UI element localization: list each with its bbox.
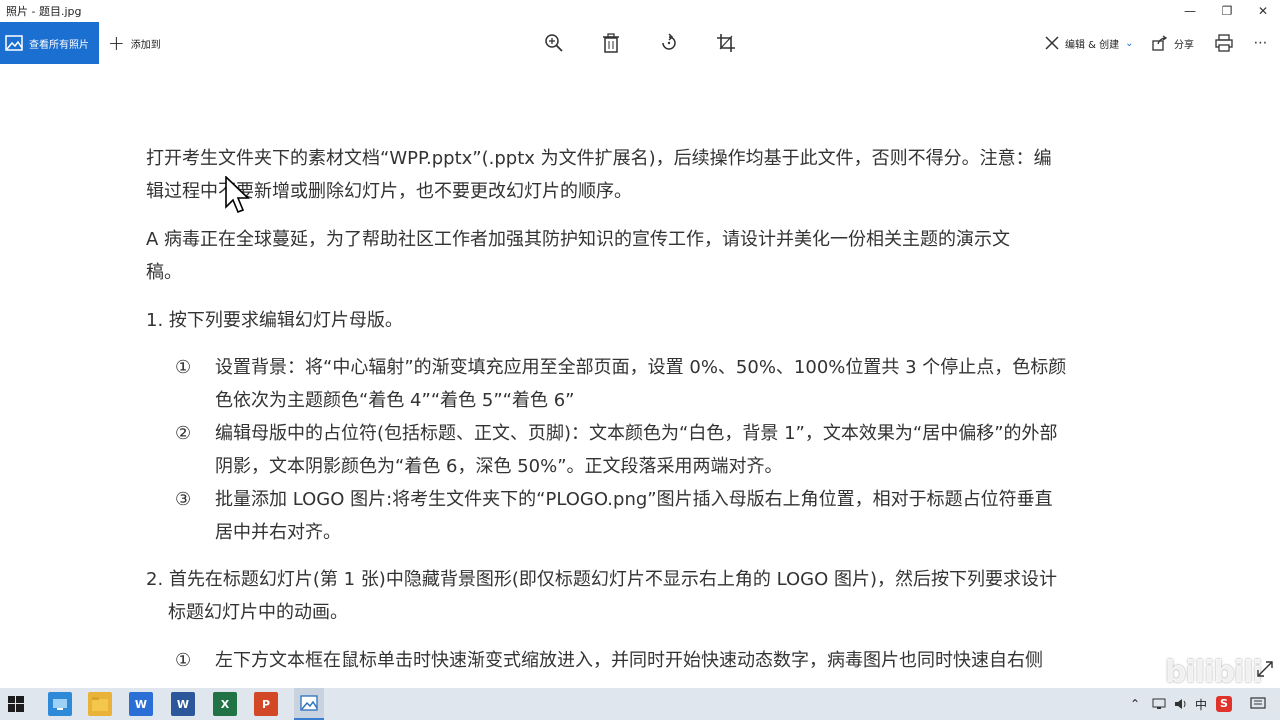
text-line: 编辑母版中的占位符(包括标题、正文、页脚)：文本颜色为“白色，背景 1”，文本效… bbox=[215, 423, 1058, 444]
photos-icon bbox=[5, 35, 23, 51]
text-line: 标题幻灯片中的动画。 bbox=[168, 602, 348, 623]
ime-indicator[interactable]: 中 bbox=[1195, 688, 1207, 720]
rotate-icon[interactable] bbox=[658, 32, 680, 54]
text-line: 色依次为主题颜色“着色 4”“着色 5”“着色 6” bbox=[215, 390, 575, 411]
volume-icon[interactable] bbox=[1174, 688, 1188, 720]
file-explorer-icon[interactable] bbox=[88, 692, 112, 716]
list-number: ① bbox=[175, 357, 192, 378]
list-number: ② bbox=[175, 423, 192, 444]
share-icon bbox=[1152, 35, 1168, 51]
expand-icon[interactable] bbox=[1256, 660, 1274, 678]
plus-icon: + bbox=[108, 31, 125, 55]
photo-viewer-canvas: 打开考生文件夹下的素材文档“WPP.pptx”(.pptx 为文件扩展名)，后续… bbox=[0, 64, 1280, 688]
text-line: 左下方文本框在鼠标单击时快速渐变式缩放进入，并同时开始快速动态数字，病毒图片也同… bbox=[215, 650, 1043, 671]
text-line: 批量添加 LOGO 图片:将考生文件夹下的“PLOGO.png”图片插入母版右上… bbox=[215, 489, 1053, 510]
sogou-ime-icon[interactable]: S bbox=[1216, 688, 1232, 720]
close-button[interactable]: ✕ bbox=[1246, 0, 1280, 22]
chevron-down-icon: ⌄ bbox=[1125, 37, 1134, 49]
list-number: ① bbox=[175, 650, 192, 671]
list-number: ③ bbox=[175, 489, 192, 510]
print-icon[interactable] bbox=[1213, 32, 1235, 54]
text-line: 打开考生文件夹下的素材文档“WPP.pptx”(.pptx 为文件扩展名)，后续… bbox=[146, 148, 1052, 169]
delete-icon[interactable] bbox=[600, 32, 622, 54]
crop-icon[interactable] bbox=[715, 32, 737, 54]
window-title: 照片 - 题目.jpg bbox=[6, 5, 82, 18]
excel-icon[interactable]: X bbox=[213, 692, 237, 716]
edit-create-icon bbox=[1045, 36, 1059, 50]
start-windows-icon[interactable] bbox=[4, 692, 28, 716]
mouse-cursor-icon bbox=[225, 176, 250, 214]
tray-chevron-icon[interactable]: ⌃ bbox=[1130, 688, 1140, 720]
text-line: 2. 首先在标题幻灯片(第 1 张)中隐藏背景图形(即仅标题幻灯片不显示右上角的… bbox=[146, 569, 1057, 590]
text-line: 居中并右对齐。 bbox=[215, 522, 341, 543]
taskbar: W W X P ⌃ 中 S bbox=[0, 688, 1280, 720]
edit-create-label: 编辑 & 创建 bbox=[1065, 39, 1120, 51]
all-photos-button[interactable]: 查看所有照片 bbox=[0, 22, 99, 64]
powerpoint-icon[interactable]: P bbox=[254, 692, 278, 716]
text-line: 1. 按下列要求编辑幻灯片母版。 bbox=[146, 310, 403, 331]
zoom-icon[interactable] bbox=[543, 32, 565, 54]
wps-writer-icon[interactable]: W bbox=[129, 692, 153, 716]
text-line: 辑过程中不要新增或删除幻灯片，也不要更改幻灯片的顺序。 bbox=[146, 181, 632, 202]
network-icon[interactable] bbox=[1152, 688, 1166, 720]
share-label: 分享 bbox=[1174, 39, 1194, 51]
text-line: 设置背景：将“中心辐射”的渐变填充应用至全部页面，设置 0%、50%、100%位… bbox=[215, 357, 1067, 378]
add-to-label: 添加到 bbox=[130, 39, 161, 51]
text-line: 阴影，文本阴影颜色为“着色 6，深色 50%”。正文段落采用两端对齐。 bbox=[215, 456, 783, 477]
watermark: bilibili bbox=[1165, 655, 1263, 690]
more-icon[interactable]: ⋯ bbox=[1250, 32, 1272, 54]
text-line: A 病毒正在全球蔓延，为了帮助社区工作者加强其防护知识的宣传工作，请设计并美化一… bbox=[146, 229, 1011, 250]
title-bar: 照片 - 题目.jpg — ❐ ✕ bbox=[0, 0, 1280, 22]
add-to-button[interactable]: + 添加到 bbox=[108, 22, 161, 64]
share-button[interactable]: 分享 bbox=[1152, 22, 1194, 64]
edit-create-button[interactable]: 编辑 & 创建 ⌄ bbox=[1044, 22, 1134, 64]
word-icon[interactable]: W bbox=[171, 692, 195, 716]
notification-icon[interactable] bbox=[1250, 688, 1266, 720]
photos-taskbar-icon[interactable] bbox=[294, 688, 324, 720]
all-photos-label: 查看所有照片 bbox=[29, 39, 89, 51]
app-toolbar: 查看所有照片 + 添加到 编辑 & 创建 ⌄ 分享 ⋯ bbox=[0, 22, 1280, 64]
text-line: 稿。 bbox=[146, 262, 182, 283]
network-app-icon[interactable] bbox=[48, 692, 72, 716]
minimize-button[interactable]: — bbox=[1173, 0, 1207, 22]
maximize-button[interactable]: ❐ bbox=[1210, 0, 1244, 22]
